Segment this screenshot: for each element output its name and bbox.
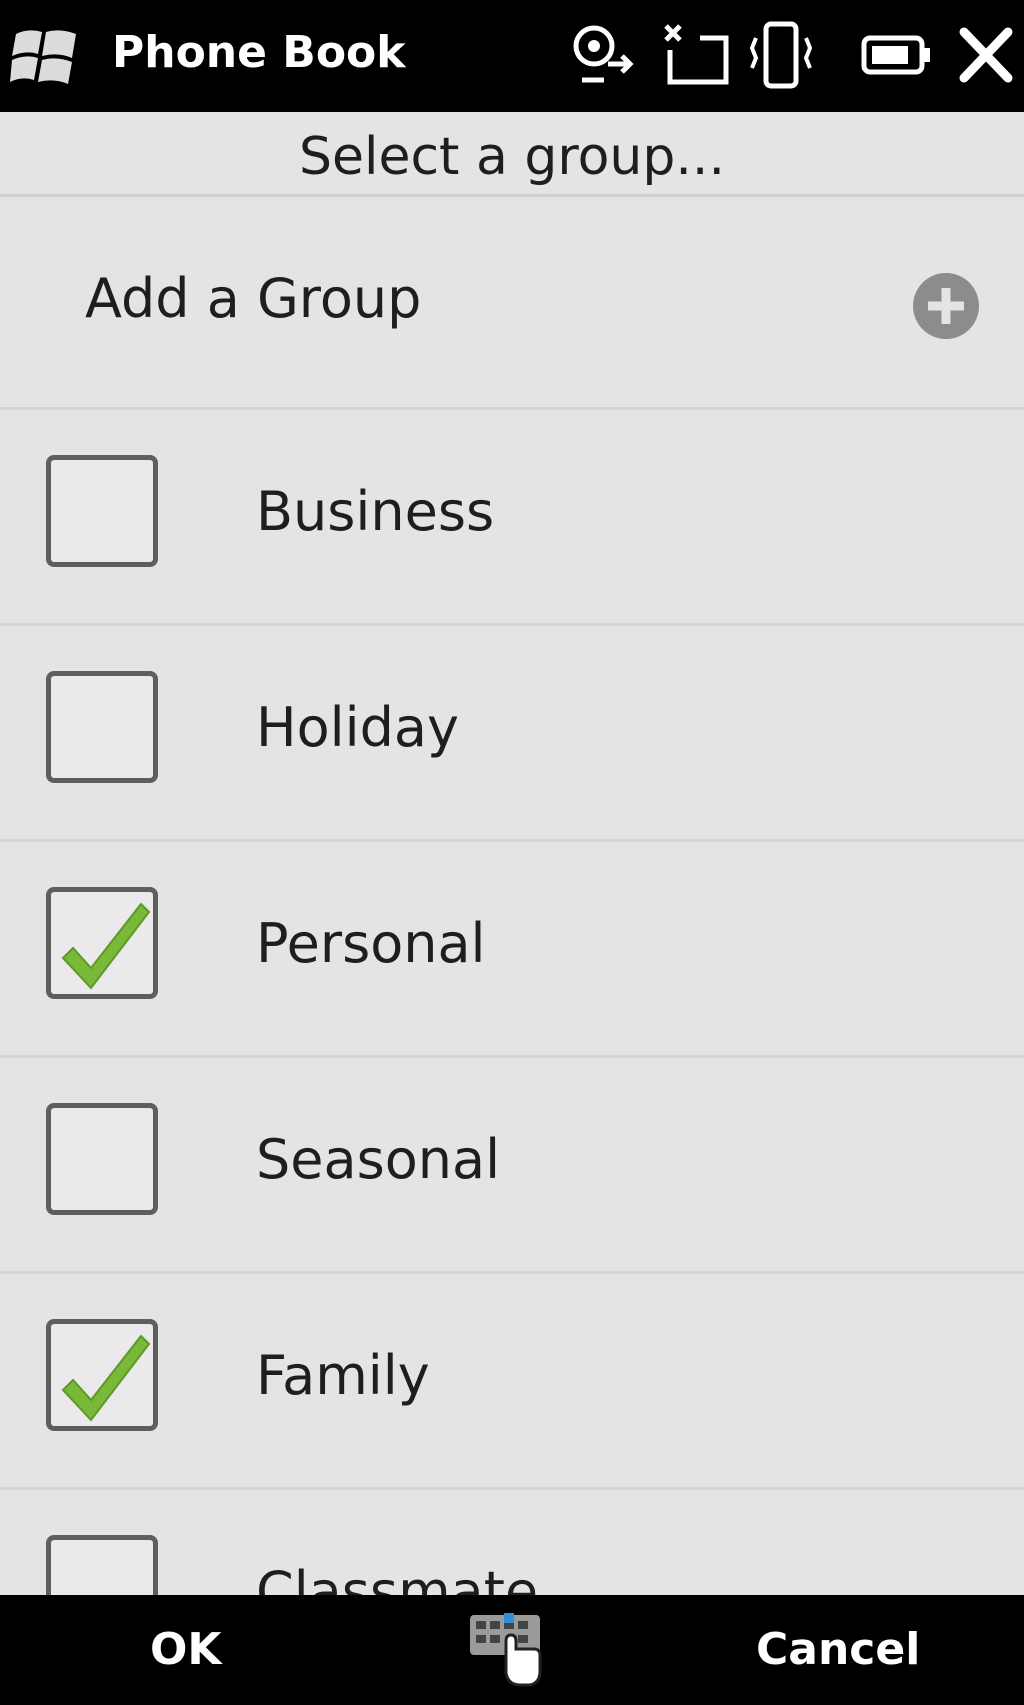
add-group-label: Add a Group: [85, 267, 422, 330]
group-label: Personal: [256, 912, 486, 975]
group-label: Holiday: [256, 696, 459, 759]
plus-circle-icon[interactable]: [910, 270, 982, 342]
checkbox-holiday[interactable]: [46, 671, 158, 783]
keyboard-icon[interactable]: [468, 1611, 548, 1691]
ok-button[interactable]: OK: [150, 1617, 222, 1683]
checkbox-classmate[interactable]: [46, 1535, 158, 1595]
cancel-button[interactable]: Cancel: [756, 1617, 920, 1683]
checkbox-personal[interactable]: [46, 887, 158, 999]
group-item-holiday[interactable]: Holiday: [0, 626, 1024, 842]
vibrate-icon: [749, 21, 813, 89]
group-item-family[interactable]: Family: [0, 1274, 1024, 1490]
dialog-heading: Select a group...: [0, 112, 1024, 197]
checkbox-seasonal[interactable]: [46, 1103, 158, 1215]
group-item-seasonal[interactable]: Seasonal: [0, 1058, 1024, 1274]
add-group-row[interactable]: Add a Group: [0, 197, 1024, 410]
close-icon[interactable]: [956, 22, 1016, 88]
connectivity-icon[interactable]: [568, 20, 640, 90]
battery-icon: [861, 35, 930, 75]
checkbox-family[interactable]: [46, 1319, 158, 1431]
app-title: Phone Book: [112, 27, 406, 78]
group-label: Family: [256, 1344, 430, 1407]
group-label: Business: [256, 480, 495, 543]
checkmark-icon: [61, 902, 151, 990]
group-label: Classmate: [256, 1560, 539, 1595]
group-item-personal[interactable]: Personal: [0, 842, 1024, 1058]
checkbox-business[interactable]: [46, 455, 158, 567]
title-bar: Phone Book: [0, 0, 1024, 112]
group-item-classmate[interactable]: Classmate: [0, 1490, 1024, 1595]
group-item-business[interactable]: Business: [0, 410, 1024, 626]
windows-start-icon[interactable]: [10, 24, 82, 86]
group-list[interactable]: Business Holiday Personal Seasonal Famil…: [0, 410, 1024, 1595]
no-signal-icon: [664, 24, 729, 85]
checkmark-icon: [61, 1334, 151, 1422]
group-label: Seasonal: [256, 1128, 501, 1191]
softkey-bar: OK Cancel: [0, 1595, 1024, 1705]
